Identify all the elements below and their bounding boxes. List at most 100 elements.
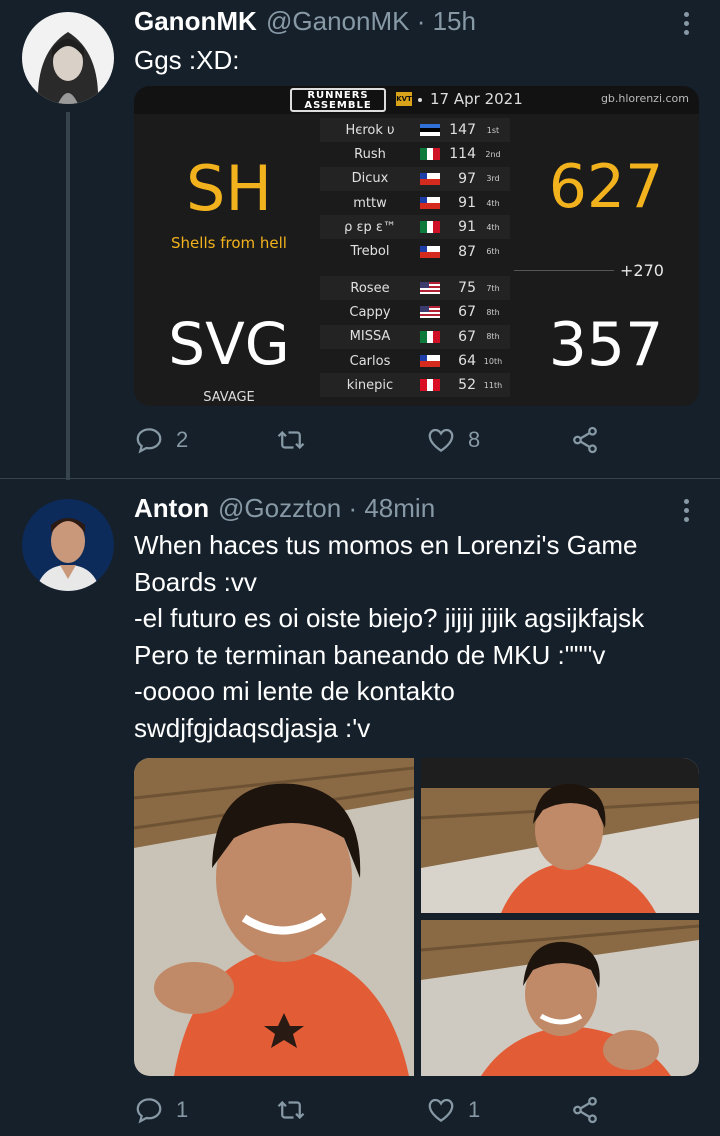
photo-bottom-right[interactable]	[421, 920, 699, 1076]
flag-estonia-icon	[420, 124, 440, 137]
team-tag-svg: SVG	[168, 310, 290, 378]
scoreboard-site: gb.hlorenzi.com	[600, 92, 689, 105]
scoreboard-date: 17 Apr 2021	[430, 90, 523, 108]
player-score: 91	[458, 219, 476, 236]
player-row: kinepic 52 11th	[320, 373, 510, 398]
team-tag-sh: SH	[186, 152, 272, 225]
player-rank: 3rd	[486, 174, 500, 184]
player-name: MISSA	[349, 329, 391, 345]
reply-button[interactable]: 1	[134, 1090, 188, 1130]
player-row: Hєrok υ 147 1st	[320, 118, 510, 143]
text-line: swdjfgjdaqsdjasja :'v	[134, 712, 371, 743]
flag-usa-icon	[420, 282, 440, 295]
tweet-ganonmk[interactable]: GanonMK @GanonMK · 15h Ggs :XD: RUNNERS …	[0, 0, 720, 480]
tweet-text: When haces tus momos en Lorenzi's Game B…	[134, 527, 704, 746]
retweet-icon	[277, 430, 305, 450]
like-count: 8	[468, 427, 481, 452]
more-icon[interactable]	[682, 12, 692, 39]
tweet-actions: 1 1	[134, 1090, 694, 1130]
player-rank: 7th	[486, 283, 500, 293]
more-icon[interactable]	[682, 499, 692, 526]
separator-dot	[418, 98, 422, 102]
tweet-actions: 2 8	[134, 420, 694, 460]
player-row: mttw 91 4th	[320, 191, 510, 215]
player-score: 64	[458, 353, 476, 370]
photo-large[interactable]	[134, 758, 414, 1076]
photo-top-right[interactable]	[421, 758, 699, 913]
share-icon	[573, 426, 597, 454]
player-name: Rosee	[350, 280, 390, 296]
like-icon	[428, 1098, 454, 1122]
team-total-sh: 627	[548, 152, 664, 222]
player-score: 67	[458, 304, 476, 321]
retweet-icon	[277, 1100, 305, 1120]
player-rank: 6th	[486, 247, 500, 257]
retweet-button[interactable]	[276, 420, 306, 460]
player-row: Rush 114 2nd	[320, 142, 510, 166]
like-icon	[428, 428, 454, 452]
retweet-button[interactable]	[276, 1090, 306, 1130]
player-row: MISSA 67 8th	[320, 324, 510, 349]
scoreboard-image[interactable]: RUNNERS ASSEMBLE KVT 17 Apr 2021 gb.hlor…	[134, 86, 699, 406]
author-handle[interactable]: @GanonMK · 15h	[266, 6, 476, 37]
player-score: 147	[449, 122, 476, 139]
text-line: Boards :vv	[134, 566, 257, 597]
flag-mexico-icon	[420, 148, 440, 161]
flag-mexico-icon	[420, 330, 440, 343]
player-row: Trebol 87 6th	[320, 239, 510, 263]
avatar-ganonmk[interactable]	[22, 12, 114, 104]
player-name: Cappy	[349, 304, 391, 320]
player-rank: 4th	[486, 198, 500, 208]
player-rank: 8th	[486, 307, 500, 317]
player-name: Dicux	[351, 171, 389, 187]
runners-assemble-logo: RUNNERS ASSEMBLE	[290, 88, 386, 112]
player-row: Carlos 64 10th	[320, 349, 510, 373]
player-rank: 4th	[486, 222, 500, 232]
player-row: Rosee 75 7th	[320, 276, 510, 301]
kvt-badge: KVT	[396, 92, 412, 106]
like-count: 1	[468, 1097, 481, 1122]
thread-line	[66, 112, 70, 480]
handle[interactable]: @GanonMK	[266, 6, 409, 36]
player-score: 67	[458, 328, 476, 345]
flag-chile-icon	[420, 355, 440, 368]
player-rank: 8th	[486, 332, 500, 342]
team-fullname-sh: Shells from hell	[171, 234, 287, 252]
reply-count: 1	[176, 1097, 189, 1122]
flag-mexico-icon	[420, 221, 440, 234]
team-fullname-svg: SAVAGE	[203, 390, 255, 405]
player-name: Trebol	[350, 244, 390, 260]
like-button[interactable]: 8	[426, 420, 480, 460]
player-name: Carlos	[349, 353, 391, 369]
reply-button[interactable]: 2	[134, 420, 188, 460]
player-row: Cappy 67 8th	[320, 300, 510, 324]
timestamp[interactable]: · 15h	[417, 6, 476, 36]
flag-chile-icon	[420, 172, 440, 185]
text-line: Pero te terminan baneando de MKU :"""v	[134, 639, 606, 670]
author-handle[interactable]: @Gozzton · 48min	[218, 493, 435, 524]
player-name: Rush	[354, 146, 386, 162]
author-name[interactable]: GanonMK	[134, 6, 257, 37]
author-name[interactable]: Anton	[134, 493, 209, 524]
player-name: ρ εр ε™	[344, 219, 396, 235]
player-row: ρ εр ε™ 91 4th	[320, 215, 510, 240]
tweet-anton[interactable]: Anton @Gozzton · 48min When haces tus mo…	[0, 479, 720, 1136]
player-score: 75	[458, 280, 476, 297]
player-score: 87	[458, 243, 476, 260]
player-score: 114	[449, 146, 476, 163]
player-name: kinepic	[346, 377, 394, 393]
player-rank: 11th	[483, 380, 503, 390]
player-rank: 1st	[486, 125, 500, 135]
timestamp[interactable]: · 48min	[348, 493, 435, 523]
share-button[interactable]	[570, 420, 600, 460]
handle[interactable]: @Gozzton	[218, 493, 341, 523]
player-name: Hєrok υ	[345, 122, 395, 138]
scoreboard-header: RUNNERS ASSEMBLE KVT 17 Apr 2021 gb.hlor…	[134, 86, 699, 114]
share-button[interactable]	[570, 1090, 600, 1130]
team-total-svg: 357	[548, 310, 664, 380]
share-icon	[573, 1096, 597, 1124]
reply-count: 2	[176, 427, 189, 452]
player-name: mttw	[353, 195, 387, 211]
like-button[interactable]: 1	[426, 1090, 480, 1130]
avatar-anton[interactable]	[22, 499, 114, 591]
